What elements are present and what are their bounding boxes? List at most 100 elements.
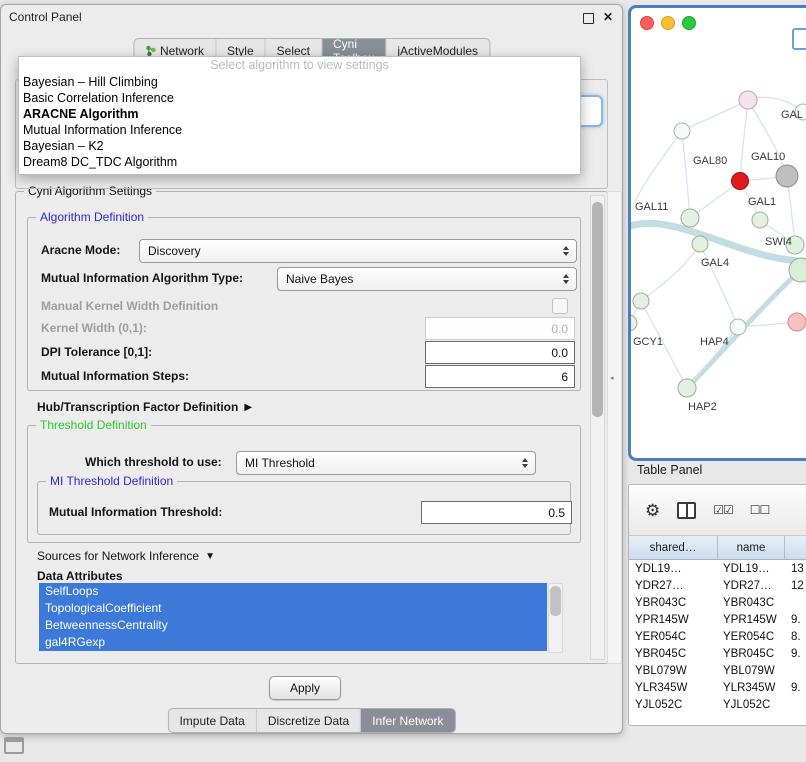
kernel-width-field[interactable]: 0.0: [425, 317, 575, 340]
cell-shared-name: YDR27…: [629, 580, 717, 592]
mi-steps-label: Mutual Information Steps:: [41, 365, 189, 387]
cell-name: YBR045C: [717, 648, 783, 660]
column-header-name[interactable]: name: [718, 536, 785, 559]
cell-shared-name: YLR345W: [629, 682, 717, 694]
network-node[interactable]: [752, 212, 768, 228]
combo-value: Discovery: [148, 244, 201, 258]
tab-label: Impute Data: [179, 714, 244, 728]
algorithm-option[interactable]: Mutual Information Inference: [19, 122, 580, 138]
apply-button[interactable]: Apply: [269, 676, 341, 700]
sources-toggle[interactable]: Sources for Network Inference ▼: [37, 547, 215, 565]
mi-threshold-field[interactable]: 0.5: [421, 501, 572, 524]
table-toolbar: ⚙ ☑☑ ☐☐: [629, 485, 806, 536]
column-header-clipped[interactable]: [785, 536, 806, 559]
cell-name: YDR27…: [717, 580, 783, 592]
table-row[interactable]: YBR045C YBR045C 9.: [629, 645, 806, 662]
tab-label: Infer Network: [372, 714, 443, 728]
attribute-item[interactable]: TopologicalCoefficient: [39, 600, 547, 617]
dpi-tolerance-field[interactable]: 0.0: [425, 341, 575, 364]
tab-infer-network[interactable]: Infer Network: [360, 709, 454, 732]
network-node[interactable]: [739, 91, 757, 109]
table-row[interactable]: YDR27… YDR27… 12: [629, 577, 806, 594]
restore-panel-icon[interactable]: [4, 737, 24, 754]
table-row[interactable]: YER054C YER054C 8.: [629, 628, 806, 645]
algorithm-option[interactable]: ARACNE Algorithm: [19, 106, 580, 122]
attributes-scrollbar[interactable]: [548, 583, 563, 653]
combo-value: Naive Bayes: [286, 272, 353, 286]
network-node-selected[interactable]: [732, 173, 749, 190]
cell-value: 8.: [783, 631, 806, 643]
table-row[interactable]: YBR043C YBR043C: [629, 594, 806, 611]
network-node[interactable]: [631, 315, 637, 331]
cell-shared-name: YJL052C: [629, 699, 717, 711]
attribute-item[interactable]: BetweennessCentrality: [39, 617, 547, 634]
network-node[interactable]: [678, 379, 696, 397]
collapse-arrow-icon[interactable]: ◂: [610, 374, 614, 382]
network-canvas[interactable]: GAL80 GAL10 GAL11 GAL1 SWI4 GAL4 GCY1 HA…: [631, 34, 806, 455]
tab-discretize-data[interactable]: Discretize Data: [256, 709, 360, 732]
screen: Control Panel ✕ Network Style Select: [0, 0, 806, 762]
attribute-item[interactable]: SelfLoops: [39, 583, 547, 600]
expanded-arrow-icon[interactable]: ▼: [205, 551, 215, 562]
mi-type-label: Mutual Information Algorithm Type:: [41, 267, 243, 289]
mi-steps-field[interactable]: 6: [425, 365, 575, 388]
node-label: HAP4: [700, 336, 729, 348]
hub-definition-toggle[interactable]: Hub/Transcription Factor Definition ▶: [37, 397, 252, 417]
algorithm-option[interactable]: Bayesian – Hill Climbing: [19, 74, 580, 90]
deselect-all-icon[interactable]: ☐☐: [750, 503, 770, 517]
close-traffic-light-icon[interactable]: [640, 16, 654, 30]
algorithm-option[interactable]: Dream8 DC_TDC Algorithm: [19, 154, 580, 170]
gear-icon[interactable]: ⚙: [645, 502, 660, 519]
table-header: shared… name: [629, 536, 806, 560]
network-icon: [145, 45, 156, 57]
algorithm-option[interactable]: Basic Correlation Inference: [19, 90, 580, 106]
columns-icon[interactable]: [677, 502, 696, 519]
network-node[interactable]: [730, 319, 746, 335]
group-title: Algorithm Definition: [36, 210, 148, 224]
network-view-window[interactable]: GAL80 GAL10 GAL11 GAL1 SWI4 GAL4 GCY1 HA…: [628, 5, 806, 461]
table-row[interactable]: YLR345W YLR345W 9.: [629, 679, 806, 696]
table-row[interactable]: YPR145W YPR145W 9.: [629, 611, 806, 628]
field-value: 0.0: [551, 346, 568, 360]
cell-name: YJL052C: [717, 699, 783, 711]
select-all-icon[interactable]: ☑☑: [713, 503, 733, 517]
node-label: HAP2: [688, 401, 717, 413]
aracne-mode-combo[interactable]: Discovery: [139, 239, 577, 263]
minimize-traffic-light-icon[interactable]: [661, 16, 675, 30]
mi-type-combo[interactable]: Naive Bayes: [277, 267, 577, 291]
network-node[interactable]: [674, 123, 690, 139]
scrollbar-thumb[interactable]: [550, 586, 561, 616]
node-label: GAL11: [635, 201, 668, 213]
table-rows: YDL19… YDL19… 13 YDR27… YDR27… 12 YBR043…: [629, 560, 806, 713]
tab-impute-data[interactable]: Impute Data: [168, 709, 255, 732]
close-icon[interactable]: ✕: [603, 10, 613, 24]
column-header-shared-name[interactable]: shared…: [629, 536, 718, 559]
which-threshold-combo[interactable]: MI Threshold: [236, 451, 536, 475]
table-row[interactable]: YJL052C YJL052C: [629, 696, 806, 713]
network-tool-box[interactable]: [792, 28, 806, 50]
collapsed-arrow-icon[interactable]: ▶: [244, 402, 252, 413]
stepper-icon: [558, 246, 573, 256]
float-window-icon[interactable]: [583, 13, 594, 24]
network-node[interactable]: [692, 236, 708, 252]
settings-scrollbar[interactable]: [590, 195, 605, 660]
network-node[interactable]: [633, 293, 649, 309]
table-panel-title: Table Panel: [637, 463, 702, 477]
scrollbar-thumb[interactable]: [592, 202, 603, 417]
table-row[interactable]: YDL19… YDL19… 13: [629, 560, 806, 577]
window-controls: [640, 16, 696, 30]
algorithm-option[interactable]: Bayesian – K2: [19, 138, 580, 154]
attribute-item[interactable]: gal4RGexp: [39, 634, 547, 651]
manual-kernel-checkbox[interactable]: [552, 298, 568, 314]
table-row[interactable]: YBL079W YBL079W: [629, 662, 806, 679]
network-node[interactable]: [776, 165, 798, 187]
cell-name: YPR145W: [717, 614, 783, 626]
table-panel: ⚙ ☑☑ ☐☐ shared… name YDL19… YDL19… 13 YD…: [628, 484, 806, 726]
group-title: MI Threshold Definition: [46, 474, 177, 488]
manual-kernel-label: Manual Kernel Width Definition: [41, 295, 218, 317]
titlebar[interactable]: Control Panel ✕: [1, 5, 622, 29]
network-node[interactable]: [681, 209, 699, 227]
zoom-traffic-light-icon[interactable]: [682, 16, 696, 30]
network-node[interactable]: [788, 313, 806, 331]
node-label: GAL10: [751, 151, 785, 163]
